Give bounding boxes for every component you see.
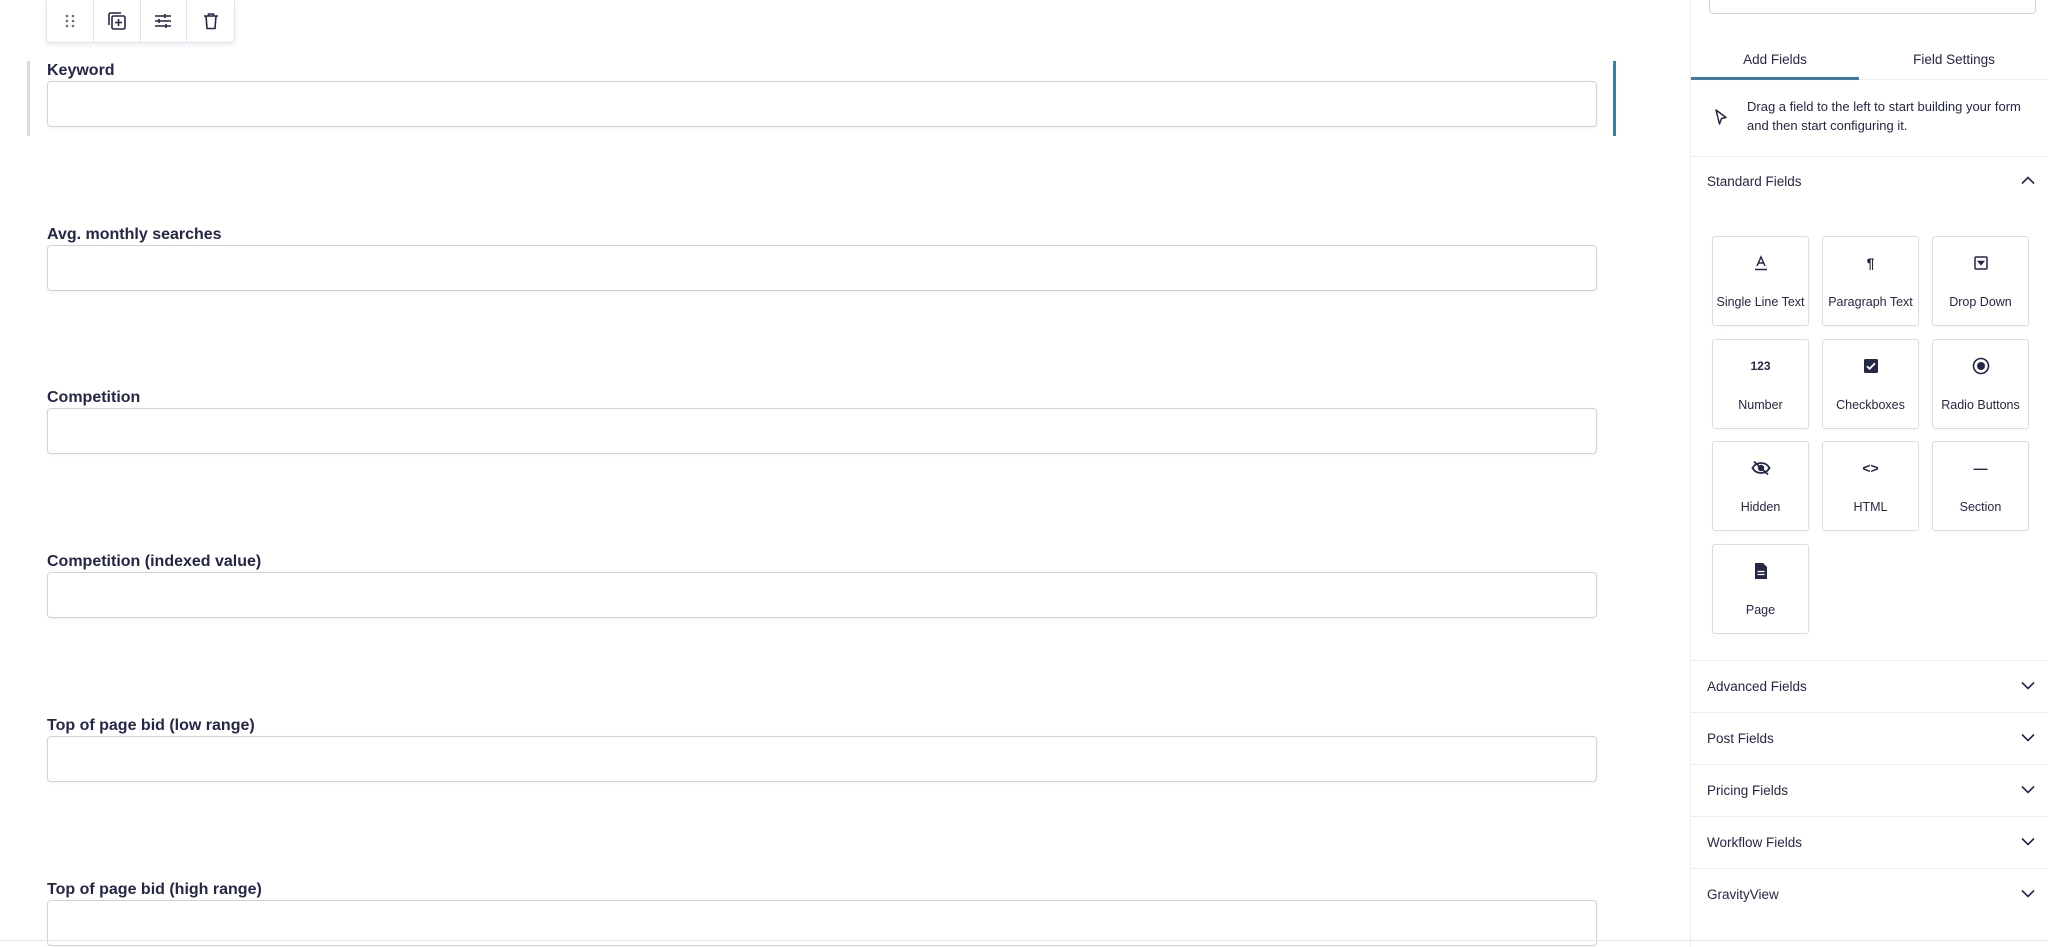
sidebar-hint: Drag a field to the left to start buildi… — [1691, 80, 2048, 157]
hint-text: Drag a field to the left to start buildi… — [1747, 99, 2021, 133]
field-tile-label: Paragraph Text — [1828, 295, 1913, 309]
field-settings-button[interactable] — [141, 0, 188, 42]
section-title: Standard Fields — [1707, 173, 1802, 189]
editor-sidebar: Add Fields Field Settings Drag a field t… — [1690, 0, 2048, 947]
cursor-pointer-icon — [1713, 108, 1729, 131]
form-field-top-bid-low[interactable]: Top of page bid (low range) — [47, 716, 1597, 782]
checkbox-icon — [1823, 354, 1918, 378]
number-icon: 123 — [1750, 359, 1771, 373]
chevron-down-icon — [2021, 730, 2035, 745]
section-title: Workflow Fields — [1707, 834, 1803, 850]
field-tile-label: Radio Buttons — [1941, 398, 2020, 412]
chevron-down-icon — [2021, 834, 2035, 849]
duplicate-button[interactable] — [94, 0, 141, 42]
field-tile-section[interactable]: — Section — [1932, 441, 2029, 531]
section-dash-icon: — — [1973, 460, 1988, 476]
field-tile-label: Page — [1745, 603, 1776, 617]
section-title: Pricing Fields — [1707, 782, 1789, 798]
section-gravityview[interactable]: GravityView — [1691, 868, 2048, 920]
field-label: Competition — [47, 389, 141, 406]
section-title: GravityView — [1707, 886, 1779, 902]
form-field-keyword[interactable]: Keyword — [47, 61, 1597, 127]
field-tile-drop-down[interactable]: Drop Down — [1932, 236, 2029, 326]
form-field-competition[interactable]: Competition — [47, 388, 1597, 454]
form-field-avg-monthly-searches[interactable]: Avg. monthly searches — [47, 225, 1597, 291]
field-tile-page[interactable]: Page — [1712, 544, 1809, 634]
delete-button[interactable] — [187, 0, 234, 42]
field-tile-label: Section — [1959, 500, 2002, 514]
code-icon: <> — [1862, 460, 1879, 476]
radio-icon — [1933, 354, 2028, 378]
section-pricing-fields[interactable]: Pricing Fields — [1691, 764, 2048, 816]
field-label: Top of page bid (low range) — [47, 717, 255, 734]
field-tile-radio-buttons[interactable]: Radio Buttons — [1932, 339, 2029, 429]
field-tile-paragraph-text[interactable]: ¶ Paragraph Text — [1822, 236, 1919, 326]
field-tile-label: Single Line Text — [1716, 295, 1805, 309]
search-field[interactable] — [1709, 0, 2036, 14]
hidden-eye-icon — [1713, 456, 1808, 480]
form-editor: Keyword Avg. monthly searches Competitio… — [0, 0, 1690, 947]
duplicate-icon — [106, 10, 128, 32]
section-workflow-fields[interactable]: Workflow Fields — [1691, 816, 2048, 868]
selected-field-indicator-right — [1613, 61, 1616, 136]
field-tile-html[interactable]: <> HTML — [1822, 441, 1919, 531]
field-tile-number[interactable]: 123 Number — [1712, 339, 1809, 429]
tab-field-settings[interactable]: Field Settings — [1859, 40, 2048, 79]
field-input[interactable] — [47, 81, 1597, 127]
field-label: Top of page bid (high range) — [47, 881, 262, 898]
paragraph-icon: ¶ — [1866, 255, 1875, 271]
field-tile-label: Hidden — [1740, 500, 1781, 514]
form-field-top-bid-high[interactable]: Top of page bid (high range) — [47, 880, 1597, 946]
form-field-competition-indexed[interactable]: Competition (indexed value) — [47, 552, 1597, 618]
chevron-down-icon — [2021, 782, 2035, 797]
section-standard-fields[interactable]: Standard Fields — [1691, 155, 2048, 207]
chevron-up-icon — [2021, 173, 2035, 188]
chevron-down-icon — [2021, 886, 2035, 901]
field-tile-label: Number — [1738, 398, 1783, 412]
selected-field-indicator-left — [27, 61, 30, 136]
field-label: Competition (indexed value) — [47, 553, 262, 570]
single-line-text-icon — [1713, 251, 1808, 275]
section-advanced-fields[interactable]: Advanced Fields — [1691, 660, 2048, 712]
field-tile-single-line-text[interactable]: Single Line Text — [1712, 236, 1809, 326]
dropdown-icon — [1933, 251, 2028, 275]
field-tile-hidden[interactable]: Hidden — [1712, 441, 1809, 531]
section-title: Post Fields — [1707, 730, 1774, 746]
bottom-divider — [0, 940, 2048, 941]
field-label: Avg. monthly searches — [47, 226, 222, 243]
trash-icon — [202, 11, 220, 31]
field-input[interactable] — [47, 572, 1597, 618]
field-label: Keyword — [47, 62, 115, 79]
drag-handle-button[interactable] — [47, 0, 94, 42]
field-tile-label: Checkboxes — [1836, 398, 1905, 412]
chevron-down-icon — [2021, 678, 2035, 693]
page-icon — [1713, 559, 1808, 583]
section-title: Advanced Fields — [1707, 678, 1807, 694]
tab-add-fields[interactable]: Add Fields — [1691, 40, 1859, 80]
field-input[interactable] — [47, 245, 1597, 291]
settings-sliders-icon — [153, 12, 173, 30]
field-toolbar — [46, 0, 235, 43]
field-input[interactable] — [47, 408, 1597, 454]
section-post-fields[interactable]: Post Fields — [1691, 712, 2048, 764]
drag-handle-icon — [63, 13, 77, 29]
field-tile-label: Drop Down — [1949, 295, 2012, 309]
sidebar-tabs: Add Fields Field Settings — [1691, 40, 2048, 80]
field-tile-checkboxes[interactable]: Checkboxes — [1822, 339, 1919, 429]
field-tile-label: HTML — [1853, 500, 1888, 514]
field-input[interactable] — [47, 736, 1597, 782]
